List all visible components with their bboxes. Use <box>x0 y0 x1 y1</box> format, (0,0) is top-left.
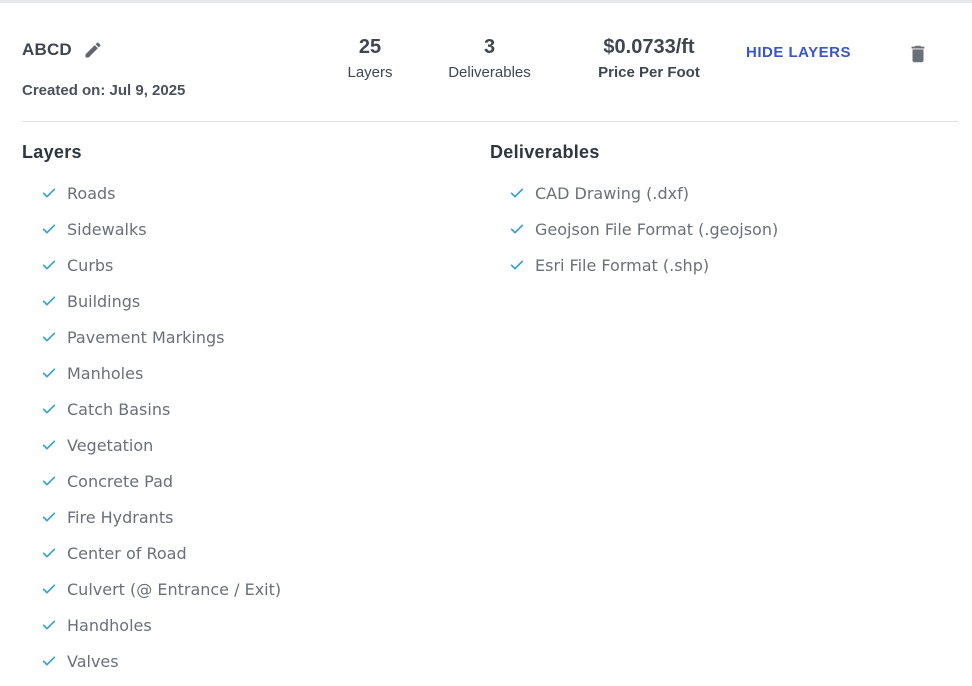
checkmark-icon <box>40 508 58 526</box>
checkmark-icon <box>508 220 526 238</box>
checkmark-icon <box>40 364 58 382</box>
delete-button[interactable] <box>906 41 930 67</box>
stat-price: $0.0733/ft Price Per Foot <box>578 35 720 81</box>
deliverable-item-label: CAD Drawing (.dxf) <box>535 183 689 203</box>
layer-item: Center of Road <box>40 535 281 571</box>
layer-item: Sidewalks <box>40 211 281 247</box>
deliverable-item: Esri File Format (.shp) <box>508 247 778 283</box>
deliverable-item: CAD Drawing (.dxf) <box>508 175 778 211</box>
layers-list: Roads Sidewalks Curbs Buildings Pavement Mar… <box>40 175 281 679</box>
layer-item-label: Handholes <box>67 615 152 635</box>
header-divider <box>22 121 958 122</box>
deliverable-item-label: Esri File Format (.shp) <box>535 255 710 275</box>
checkmark-icon <box>40 472 58 490</box>
layer-item: Pavement Markings <box>40 319 281 355</box>
layer-item-label: Manholes <box>67 363 144 383</box>
deliverables-list: CAD Drawing (.dxf) Geojson File Format (.… <box>508 175 778 283</box>
stat-deliverables-value: 3 <box>483 36 496 58</box>
layer-item-label: Vegetation <box>67 435 154 455</box>
pencil-icon <box>85 42 101 58</box>
layer-item-label: Pavement Markings <box>67 327 225 347</box>
checkmark-icon <box>508 184 526 202</box>
order-card: ABCD Created on: Jul 9, 2025 25 Layers 3… <box>0 0 972 686</box>
deliverable-item-label: Geojson File Format (.geojson) <box>535 219 779 239</box>
project-name-row: ABCD <box>22 39 104 61</box>
deliverables-section-title: Deliverables <box>490 142 600 162</box>
checkmark-icon <box>40 436 58 454</box>
checkmark-icon <box>40 580 58 598</box>
stat-deliverables-label: Deliverables <box>448 64 531 81</box>
checkmark-icon <box>508 256 526 274</box>
layer-item-label: Catch Basins <box>67 399 171 419</box>
layer-item-label: Buildings <box>67 291 141 311</box>
checkmark-icon <box>40 616 58 634</box>
checkmark-icon <box>40 220 58 238</box>
stat-price-label: Price Per Foot <box>598 64 700 81</box>
layer-item-label: Curbs <box>67 255 114 275</box>
stat-price-value: $0.0733/ft <box>603 36 695 58</box>
hide-layers-button[interactable]: HIDE LAYERS <box>746 44 851 61</box>
layer-item: Vegetation <box>40 427 281 463</box>
layer-item: Valves <box>40 643 281 679</box>
checkmark-icon <box>40 652 58 670</box>
layer-item: Fire Hydrants <box>40 499 281 535</box>
layer-item: Handholes <box>40 607 281 643</box>
layer-item-label: Center of Road <box>67 543 187 563</box>
edit-name-button[interactable] <box>82 39 104 61</box>
checkmark-icon <box>40 256 58 274</box>
stat-layers-value: 25 <box>358 36 382 58</box>
layer-item-label: Roads <box>67 183 116 203</box>
stat-deliverables: 3 Deliverables <box>432 35 547 81</box>
deliverable-item: Geojson File Format (.geojson) <box>508 211 778 247</box>
layer-item-label: Sidewalks <box>67 219 147 239</box>
layer-item: Catch Basins <box>40 391 281 427</box>
project-name: ABCD <box>22 40 72 59</box>
layer-item-label: Concrete Pad <box>67 471 174 491</box>
card-header: ABCD Created on: Jul 9, 2025 25 Layers 3… <box>0 3 972 121</box>
created-date: Created on: Jul 9, 2025 <box>22 82 186 99</box>
layer-item: Manholes <box>40 355 281 391</box>
stat-layers: 25 Layers <box>335 35 405 81</box>
layer-item: Culvert (@ Entrance / Exit) <box>40 571 281 607</box>
stat-layers-label: Layers <box>347 64 393 81</box>
checkmark-icon <box>40 292 58 310</box>
layer-item: Concrete Pad <box>40 463 281 499</box>
layer-item: Curbs <box>40 247 281 283</box>
layers-section-title: Layers <box>22 142 82 162</box>
checkmark-icon <box>40 184 58 202</box>
layer-item-label: Fire Hydrants <box>67 507 174 527</box>
trash-icon <box>911 45 925 63</box>
layer-item: Buildings <box>40 283 281 319</box>
checkmark-icon <box>40 328 58 346</box>
layer-item: Roads <box>40 175 281 211</box>
checkmark-icon <box>40 400 58 418</box>
layer-item-label: Valves <box>67 651 119 671</box>
layer-item-label: Culvert (@ Entrance / Exit) <box>67 579 282 599</box>
checkmark-icon <box>40 544 58 562</box>
